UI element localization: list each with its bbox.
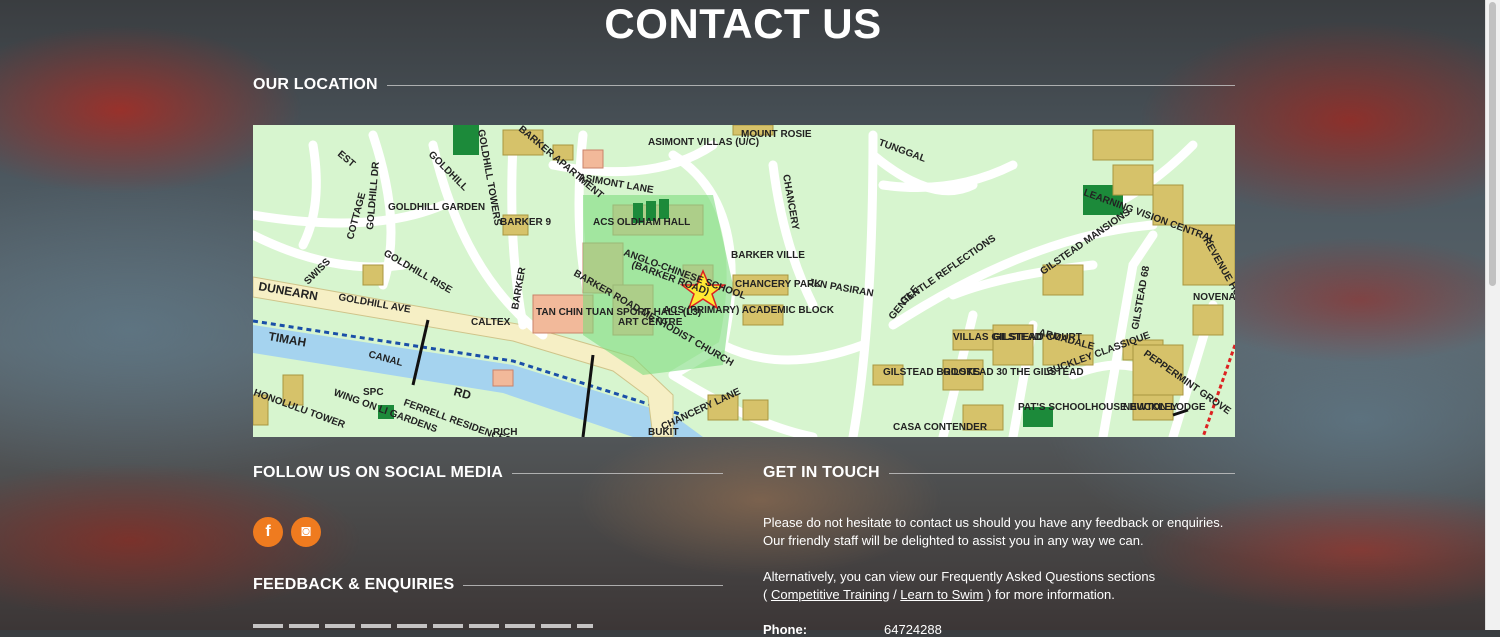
map-label: CALTEX bbox=[471, 317, 511, 328]
page-scrollbar[interactable] bbox=[1485, 0, 1500, 630]
feedback-heading: FEEDBACK & ENQUIRIES bbox=[253, 576, 723, 594]
faq-paragraph: Alternatively, you can view our Frequent… bbox=[763, 568, 1243, 604]
map-label: ACS OLDHAM HALL bbox=[593, 217, 690, 228]
page-title: CONTACT US bbox=[604, 0, 882, 47]
map-label: ART CENTRE bbox=[618, 317, 683, 328]
paren-close-text: ) for more information. bbox=[983, 587, 1115, 602]
location-map[interactable]: EST COTTAGE GOLDHILL DR GOLDHILL GARDEN … bbox=[253, 125, 1235, 437]
facebook-icon[interactable]: f bbox=[253, 517, 283, 547]
map-label: BUKIT bbox=[648, 427, 679, 437]
social-heading: FOLLOW US ON SOCIAL MEDIA bbox=[253, 464, 723, 482]
map-label: BARKER 9 bbox=[500, 217, 552, 228]
map-label: BARKER VILLE bbox=[731, 250, 805, 261]
map-label: NOVENA P.O. bbox=[1193, 292, 1235, 303]
heading-rule bbox=[386, 84, 1235, 86]
map-label: SPC bbox=[363, 387, 384, 398]
paren-open: ( bbox=[763, 587, 771, 602]
map-label: ACS (PRIMARY) ACADEMIC BLOCK bbox=[663, 305, 835, 316]
map-label: GOLDHILL GARDEN bbox=[388, 202, 485, 213]
location-heading: OUR LOCATION bbox=[253, 76, 1235, 94]
map-label: CASA CONTENDER bbox=[893, 422, 988, 433]
map-label: PAT'S SCHOOLHOUSE BUCKLEY bbox=[1018, 402, 1178, 413]
faq-line: Alternatively, you can view our Frequent… bbox=[763, 569, 1156, 584]
feedback-form-text-cutoff bbox=[253, 624, 593, 628]
faq-links-line: ( Competitive Training / Learn to Swim )… bbox=[763, 586, 1243, 604]
social-icons: f ◙ bbox=[253, 517, 321, 547]
scrollbar-thumb[interactable] bbox=[1489, 2, 1496, 286]
get-in-touch-heading-text: GET IN TOUCH bbox=[763, 464, 880, 481]
learn-to-swim-link[interactable]: Learn to Swim bbox=[900, 587, 983, 602]
contact-intro-line: Our friendly staff will be delighted to … bbox=[763, 533, 1144, 548]
map-label: MOUNT ROSIE bbox=[741, 129, 812, 140]
link-separator: / bbox=[889, 587, 901, 602]
social-heading-text: FOLLOW US ON SOCIAL MEDIA bbox=[253, 464, 504, 481]
heading-rule bbox=[512, 472, 723, 474]
instagram-icon[interactable]: ◙ bbox=[291, 517, 321, 547]
competitive-training-link[interactable]: Competitive Training bbox=[771, 587, 890, 602]
feedback-heading-text: FEEDBACK & ENQUIRIES bbox=[253, 576, 455, 593]
map-label: RICH bbox=[493, 427, 517, 437]
heading-rule bbox=[888, 472, 1235, 474]
contact-intro-line: Please do not hesitate to contact us sho… bbox=[763, 515, 1224, 530]
heading-rule bbox=[463, 584, 723, 586]
contact-intro: Please do not hesitate to contact us sho… bbox=[763, 514, 1243, 550]
location-heading-text: OUR LOCATION bbox=[253, 76, 378, 93]
get-in-touch-heading: GET IN TOUCH bbox=[763, 464, 1235, 482]
